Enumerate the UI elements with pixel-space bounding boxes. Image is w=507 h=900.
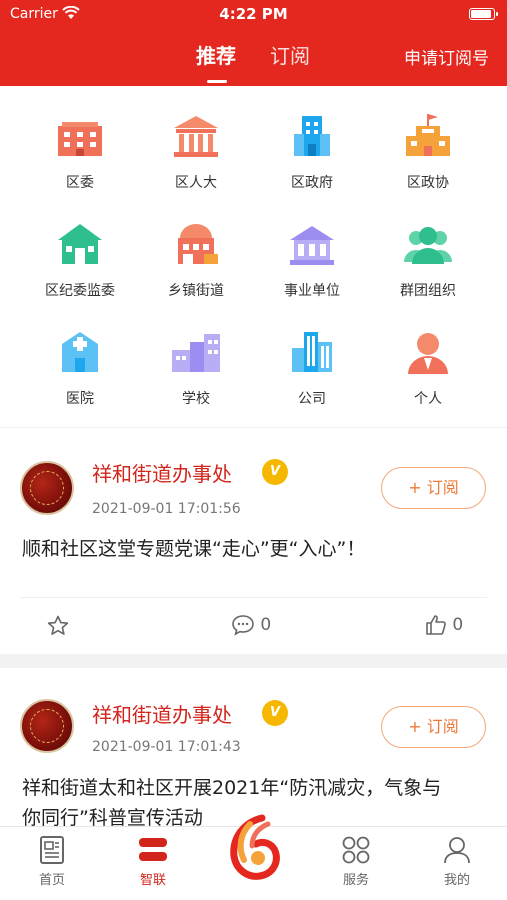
nav-label: 智联 [139,873,166,888]
battery-icon [469,8,498,20]
clock: 4:22 PM [219,5,288,23]
government-tower-icon [294,116,330,156]
avatar [20,461,74,515]
nav-label: 我的 [443,873,470,888]
verified-badge: V [262,700,288,726]
category-label: 区政府 [291,175,333,191]
flag-building-icon [406,114,450,156]
card-gap [0,654,507,668]
post-date: 2021-09-01 17:01:43 [92,739,241,755]
like-count: 0 [452,615,464,635]
category-grid: 区委 区人大 区政府 区政协 区纪委监委 乡镇街道 事业单位 群团组织 医院 学… [0,86,507,426]
nav-label: 首页 [38,873,65,888]
feed-tabs: 推荐 订阅 申请订阅号 [0,40,507,83]
group-people-icon [404,227,452,264]
zhilian-icon [139,838,167,861]
category-school[interactable]: 学校 [138,326,254,408]
category-label: 区委 [66,175,94,191]
apply-subscription-link[interactable]: 申请订阅号 [404,44,489,69]
comment-button[interactable]: 0 [231,614,271,636]
category-label: 学校 [182,391,210,407]
nav-profile[interactable]: 我的 [417,835,497,888]
star-icon [47,615,69,635]
hospital-icon [62,332,98,372]
app-screen: Carrier 4:22 PM 推荐 订阅 申请订阅号 区委 区人大 区政府 区… [0,0,507,900]
nav-services[interactable]: 服务 [316,835,396,888]
category-individual[interactable]: 个人 [370,326,486,408]
comment-icon [232,615,254,636]
category-label: 个人 [414,391,442,407]
category-company[interactable]: 公司 [254,326,370,408]
post-date: 2021-09-01 17:01:56 [92,501,241,517]
favorite-button[interactable] [46,614,70,638]
home-building-icon [58,224,102,264]
source-name[interactable]: 祥和街道办事处 [92,699,232,728]
category-qu-ren-da[interactable]: 区人大 [138,110,254,192]
tab-recommend[interactable]: 推荐 [196,40,236,69]
school-icon [172,334,220,372]
category-label: 区人大 [175,175,217,191]
top-bar: Carrier 4:22 PM 推荐 订阅 申请订阅号 [0,0,507,86]
thumbs-up-icon [426,615,446,635]
profile-icon [444,837,470,864]
category-label: 乡镇街道 [168,283,224,299]
source-name[interactable]: 祥和街道办事处 [92,458,232,487]
active-tab-indicator [207,80,227,83]
grid-services-icon [342,836,370,864]
category-xiang-zhen-jie-dao[interactable]: 乡镇街道 [138,218,254,300]
town-building-icon [178,224,218,264]
article-title[interactable]: 顺和社区这堂专题党课“走心”更“入心”！ [22,533,489,565]
category-hospital[interactable]: 医院 [22,326,138,408]
category-qu-zheng-xie[interactable]: 区政协 [370,110,486,192]
article-title[interactable]: 祥和街道太和社区开展2021年“防汛减灾，气象与 [22,772,489,804]
subscribe-button[interactable]: + 订阅 [381,706,486,748]
category-ji-wei-jian-wei[interactable]: 区纪委监委 [22,218,138,300]
person-icon [408,333,448,374]
subscribe-button[interactable]: + 订阅 [381,467,486,509]
status-bar: Carrier 4:22 PM [0,0,507,30]
category-label: 公司 [298,391,326,407]
category-label: 区政协 [407,175,449,191]
tab-subscribed[interactable]: 订阅 [270,40,310,69]
comment-count: 0 [260,615,272,635]
verified-badge: V [262,459,288,485]
article-actions: 0 0 [0,598,507,654]
office-building-icon [58,122,102,156]
app-logo-icon[interactable] [222,812,288,882]
category-shi-ye-dan-wei[interactable]: 事业单位 [254,218,370,300]
category-label: 事业单位 [284,283,340,299]
feed-card[interactable]: 祥和街道办事处 V 2021-09-01 17:01:43 + 订阅 祥和街道太… [0,668,507,829]
category-qu-wei[interactable]: 区委 [22,110,138,192]
category-label: 区纪委监委 [45,283,115,299]
government-hall-icon [174,116,218,157]
news-icon [40,836,64,864]
company-icon [292,332,332,372]
institution-icon [290,226,334,265]
category-label: 群团组织 [400,283,456,299]
category-qu-zheng-fu[interactable]: 区政府 [254,110,370,192]
avatar [20,699,74,753]
nav-zhilian[interactable]: 智联 [113,835,193,888]
feed-card[interactable]: 祥和街道办事处 V 2021-09-01 17:01:56 + 订阅 顺和社区这… [0,428,507,654]
category-label: 医院 [66,391,94,407]
nav-label: 服务 [342,873,369,888]
like-button[interactable]: 0 [425,614,463,636]
category-qun-tuan-zu-zhi[interactable]: 群团组织 [370,218,486,300]
nav-home[interactable]: 首页 [12,835,92,888]
